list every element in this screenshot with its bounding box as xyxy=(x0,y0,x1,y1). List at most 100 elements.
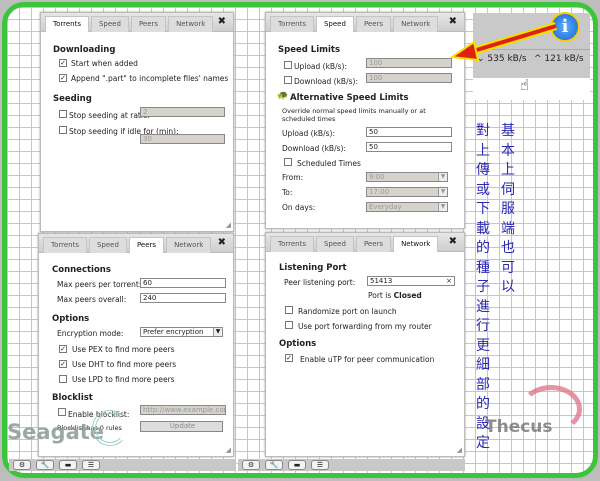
resize-grip-icon[interactable]: ◢ xyxy=(226,221,231,229)
stop-idle-checkbox[interactable] xyxy=(59,126,67,134)
resize-grip-icon[interactable]: ◢ xyxy=(457,446,462,454)
chevron-down-icon: ▼ xyxy=(213,328,222,336)
prefs-speed-panel: Torrents Speed Peers Network ✖ Speed Limits … xyxy=(265,12,465,229)
turtle-icon[interactable]: ▬ xyxy=(288,460,306,470)
label: Peer listening port: xyxy=(284,278,356,287)
tab-network[interactable]: Network xyxy=(168,16,214,32)
lpd-checkbox[interactable] xyxy=(59,375,67,383)
enable-blocklist-checkbox[interactable] xyxy=(58,408,66,416)
tab-network[interactable]: Network xyxy=(393,236,439,252)
max-peers-torrent-input[interactable]: 60 xyxy=(140,278,226,288)
label: Use PEX to find more peers xyxy=(72,345,175,354)
label: Scheduled Times xyxy=(297,159,361,168)
menu-icon[interactable]: ☰ xyxy=(82,460,100,470)
from-select[interactable]: 9:00 ▼ xyxy=(366,172,448,182)
label: Append ".part" to incomplete files' name… xyxy=(71,74,229,83)
ratio-input[interactable]: 2 xyxy=(140,107,225,117)
tab-peers[interactable]: Peers xyxy=(355,236,392,252)
label: Encryption mode: xyxy=(57,329,124,338)
annotation-column-left: 對上傳或下載的種子進行更細部的設定 xyxy=(476,123,490,451)
append-part-checkbox[interactable]: ✓ xyxy=(59,74,67,82)
clear-icon[interactable]: × xyxy=(446,277,452,285)
close-icon[interactable]: ✖ xyxy=(218,16,226,27)
label: Stop seeding at ratio: xyxy=(69,111,151,120)
download-limit-checkbox[interactable] xyxy=(284,76,292,84)
from-value: 9:00 xyxy=(369,173,385,181)
upload-limit-input[interactable]: 100 xyxy=(366,58,452,68)
max-peers-overall-input[interactable]: 240 xyxy=(140,293,226,303)
speed-limits-heading: Speed Limits xyxy=(278,45,341,55)
chevron-down-icon: ▼ xyxy=(438,173,447,181)
tab-peers[interactable]: Peers xyxy=(130,16,167,32)
tab-torrents[interactable]: Torrents xyxy=(43,237,87,253)
dht-checkbox[interactable]: ✓ xyxy=(59,360,67,368)
tab-torrents[interactable]: Torrents xyxy=(270,236,314,252)
utp-checkbox[interactable]: ✓ xyxy=(285,354,293,362)
label: From: xyxy=(282,173,304,182)
tab-torrents[interactable]: Torrents xyxy=(45,16,89,32)
label: Upload (kB/s): xyxy=(282,129,335,138)
randomize-port-checkbox[interactable] xyxy=(285,306,293,314)
label: Download (kB/s): xyxy=(294,77,358,86)
label: Max peers overall: xyxy=(57,295,127,304)
tab-peers[interactable]: Peers xyxy=(355,16,392,32)
tab-speed[interactable]: Speed xyxy=(315,236,354,252)
annotation-column-right: 基本上伺服端也可以 xyxy=(501,123,515,295)
label: Use port forwarding from my router xyxy=(298,322,432,331)
connections-heading: Connections xyxy=(52,265,111,275)
download-limit-input[interactable]: 100 xyxy=(366,73,452,83)
label: Max peers per torrent: xyxy=(57,280,142,289)
tab-torrents[interactable]: Torrents xyxy=(270,16,314,32)
turtle-icon: 🐢 xyxy=(277,91,289,101)
close-icon[interactable]: ✖ xyxy=(218,237,226,248)
blocklist-heading: Blocklist xyxy=(52,393,93,403)
alt-download-input[interactable]: 50 xyxy=(366,142,452,152)
tab-speed[interactable]: Speed xyxy=(88,237,127,253)
port-status-prefix: Port is xyxy=(368,291,392,300)
label: Randomize port on launch xyxy=(298,307,397,316)
start-when-added-checkbox[interactable]: ✓ xyxy=(59,59,67,67)
to-select[interactable]: 17:00 ▼ xyxy=(366,187,448,197)
gear-icon[interactable]: ⚙ xyxy=(242,460,260,470)
gear-icon[interactable]: ⚙ xyxy=(13,460,31,470)
label: To: xyxy=(282,188,293,197)
thecus-logo: Thecus xyxy=(485,417,553,437)
update-button[interactable]: Update xyxy=(140,421,223,432)
wrench-icon[interactable]: 🔧 xyxy=(265,460,283,470)
label: Upload (kB/s): xyxy=(294,62,347,71)
seeding-heading: Seeding xyxy=(53,94,92,104)
seagate-logo: Seagate xyxy=(7,420,105,444)
tab-peers[interactable]: Peers xyxy=(128,237,165,253)
bottom-toolbar: ⚙ 🔧 ▬ ☰ xyxy=(238,459,465,471)
idle-input[interactable]: 30 xyxy=(140,134,225,144)
seagate-logo-mark xyxy=(92,410,128,446)
stop-ratio-checkbox[interactable] xyxy=(59,110,67,118)
port-forwarding-checkbox[interactable] xyxy=(285,321,293,329)
tab-speed[interactable]: Speed xyxy=(315,16,354,32)
menu-icon[interactable]: ☰ xyxy=(311,460,329,470)
tab-network[interactable]: Network xyxy=(393,16,439,32)
alt-upload-input[interactable]: 50 xyxy=(366,127,452,137)
on-days-select[interactable]: Everyday ▼ xyxy=(366,202,448,212)
close-icon[interactable]: ✖ xyxy=(449,236,457,247)
port-status-value: Closed xyxy=(393,291,422,300)
upload-limit-checkbox[interactable] xyxy=(284,61,292,69)
resize-grip-icon[interactable]: ◢ xyxy=(226,446,231,454)
tab-network[interactable]: Network xyxy=(166,237,212,253)
port-status: Port is Closed xyxy=(368,291,422,300)
scheduled-times-checkbox[interactable] xyxy=(284,158,292,166)
on-days-value: Everyday xyxy=(369,203,402,211)
hand-cursor-icon: ☝ xyxy=(520,76,530,94)
label: Start when added xyxy=(71,59,138,68)
arrow-annotation-icon xyxy=(450,22,558,62)
blocklist-url-input[interactable]: http://www.example.com/b xyxy=(140,405,226,415)
encryption-select[interactable]: Prefer encryption ▼ xyxy=(140,327,223,337)
alt-speed-description: Override normal speed limits manually or… xyxy=(282,107,426,123)
to-value: 17:00 xyxy=(369,188,390,196)
pex-checkbox[interactable]: ✓ xyxy=(59,345,67,353)
peer-port-input[interactable]: 51413 × xyxy=(367,276,455,286)
wrench-icon[interactable]: 🔧 xyxy=(36,460,54,470)
options-heading: Options xyxy=(279,339,317,349)
tab-speed[interactable]: Speed xyxy=(90,16,129,32)
turtle-icon[interactable]: ▬ xyxy=(59,460,77,470)
